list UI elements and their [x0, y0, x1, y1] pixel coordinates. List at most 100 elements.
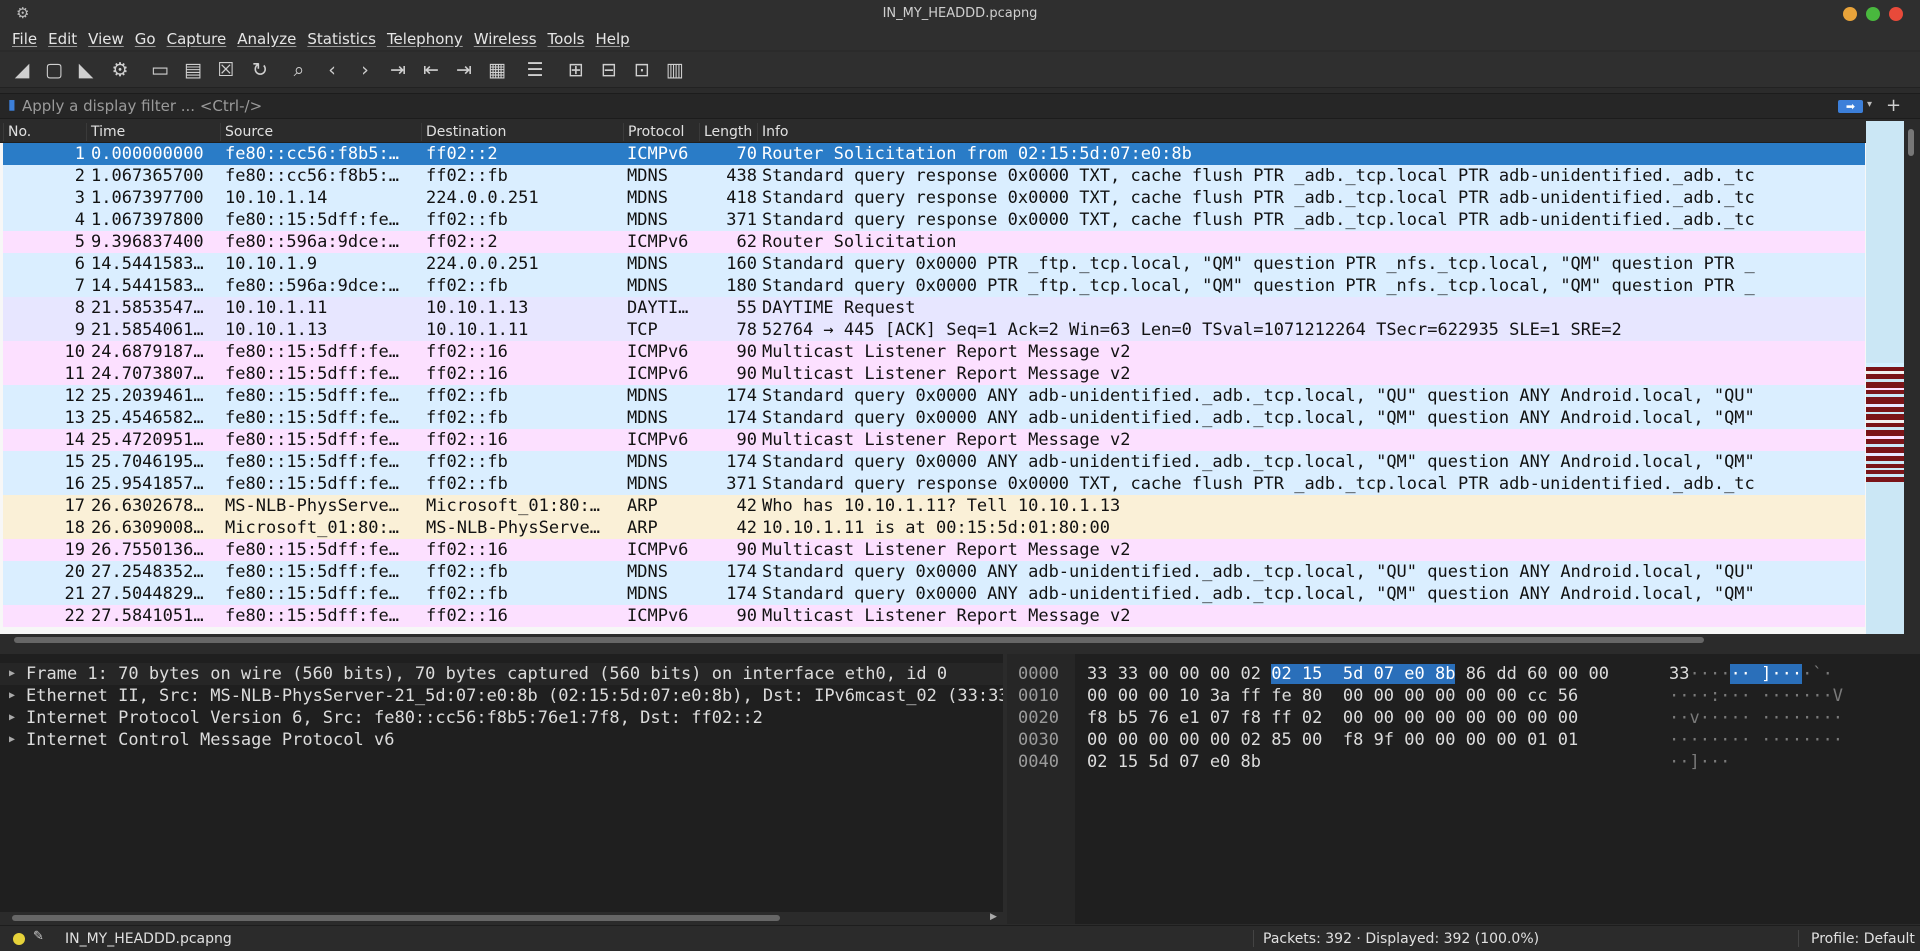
- packet-row[interactable]: 20 27.2548352… fe80::15:5dff:fe… ff02::fb MD…: [3, 561, 1865, 583]
- menu-edit[interactable]: Edit: [48, 28, 77, 50]
- menu-capture[interactable]: Capture: [167, 28, 227, 50]
- packet-row[interactable]: 13 25.4546582… fe80::15:5dff:fe… ff02::fb MD…: [3, 407, 1865, 429]
- column-header-source[interactable]: Source: [220, 123, 273, 141]
- column-header-length[interactable]: Length: [699, 123, 752, 141]
- packet-row[interactable]: 6 14.5441583… 10.10.1.9 224.0.0.251 MDNS 160 S…: [3, 253, 1865, 275]
- restart-capture-icon[interactable]: ◣: [74, 58, 98, 82]
- bookmark-icon[interactable]: ▮: [8, 98, 18, 113]
- save-file-icon[interactable]: ▤: [181, 58, 205, 82]
- packet-row[interactable]: 10 24.6879187… fe80::15:5dff:fe… ff02::16 IC…: [3, 341, 1865, 363]
- packet-row[interactable]: 18 26.6309008… Microsoft_01:80:… MS-NLB-Phy…: [3, 517, 1865, 539]
- packet-row[interactable]: 2 1.067365700 fe80::cc56:f8b5:… ff02::fb MDN…: [3, 165, 1865, 187]
- go-back-icon[interactable]: ‹: [320, 58, 344, 82]
- capture-comment-icon[interactable]: ✎: [33, 929, 44, 944]
- normal-size-icon[interactable]: ⊡: [630, 58, 654, 82]
- chevron-down-icon[interactable]: ▾: [1867, 99, 1872, 110]
- packet-row[interactable]: 3 1.067397700 10.10.1.14 224.0.0.251 MDNS 418…: [3, 187, 1865, 209]
- packet-cell-time: 25.7046195…: [91, 452, 204, 472]
- column-header-protocol[interactable]: Protocol: [623, 123, 684, 141]
- detail-tree-item[interactable]: ▶ Ethernet II, Src: MS-NLB-PhysServer-21_…: [0, 685, 1003, 707]
- menu-telephony[interactable]: Telephony: [387, 28, 463, 50]
- menu-help[interactable]: Help: [595, 28, 629, 50]
- packet-row[interactable]: 9 21.5854061… 10.10.1.13 10.10.1.11 TCP 78 527…: [3, 319, 1865, 341]
- pane-splitter[interactable]: [0, 646, 1920, 654]
- packet-row[interactable]: 21 27.5044829… fe80::15:5dff:fe… ff02::fb MD…: [3, 583, 1865, 605]
- expand-arrow-icon[interactable]: ▶: [9, 685, 15, 707]
- packet-row[interactable]: 5 9.396837400 fe80::596a:9dce:… ff02::2 ICMP…: [3, 231, 1865, 253]
- detail-tree-item[interactable]: ▶ Internet Control Message Protocol v6: [0, 729, 1003, 751]
- menu-wireless[interactable]: Wireless: [474, 28, 537, 50]
- status-profile[interactable]: Profile: Default: [1811, 931, 1915, 947]
- bytes-ascii[interactable]: ········ ········: [1669, 729, 1843, 751]
- capture-options-icon[interactable]: ⚙: [108, 58, 132, 82]
- bytes-hex[interactable]: 33 33 00 00 00 02 02 15 5d 07 e0 8b 86 d…: [1087, 663, 1609, 685]
- zoom-out-icon[interactable]: ⊟: [597, 58, 621, 82]
- resize-columns-icon[interactable]: ▥: [663, 58, 687, 82]
- details-horizontal-scrollbar[interactable]: ▶: [0, 912, 1003, 924]
- packet-row[interactable]: 12 25.2039461… fe80::15:5dff:fe… ff02::fb MD…: [3, 385, 1865, 407]
- packet-row[interactable]: 8 21.5853547… 10.10.1.11 10.10.1.13 DAYTI… 55…: [3, 297, 1865, 319]
- column-header-destination[interactable]: Destination: [421, 123, 506, 141]
- menu-go[interactable]: Go: [135, 28, 156, 50]
- bytes-ascii[interactable]: ····:··· ·······V: [1669, 685, 1843, 707]
- expand-arrow-icon[interactable]: ▶: [9, 707, 15, 729]
- packet-row[interactable]: 4 1.067397800 fe80::15:5dff:fe… ff02::fb MDN…: [3, 209, 1865, 231]
- menu-analyze[interactable]: Analyze: [237, 28, 296, 50]
- packet-row[interactable]: 17 26.6302678… MS-NLB-PhysServe… Microsoft_…: [3, 495, 1865, 517]
- expand-arrow-icon[interactable]: ▶: [9, 729, 15, 751]
- packet-row[interactable]: 7 14.5441583… fe80::596a:9dce:… ff02::fb MDN…: [3, 275, 1865, 297]
- add-filter-button-icon[interactable]: +: [1886, 95, 1901, 116]
- colorize-icon[interactable]: ☰: [523, 58, 547, 82]
- bytes-ascii[interactable]: ··]···: [1669, 751, 1730, 773]
- packet-row[interactable]: 11 24.7073807… fe80::15:5dff:fe… ff02::16 IC…: [3, 363, 1865, 385]
- first-packet-icon[interactable]: ⇤: [419, 58, 443, 82]
- minimize-button[interactable]: [1843, 7, 1857, 21]
- column-header-no[interactable]: No.: [3, 123, 31, 141]
- detail-tree-item[interactable]: ▶ Frame 1: 70 bytes on wire (560 bits), 7…: [0, 663, 1003, 685]
- bytes-hex[interactable]: 00 00 00 10 3a ff fe 80 00 00 00 00 00 0…: [1087, 685, 1578, 707]
- packet-row[interactable]: 15 25.7046195… fe80::15:5dff:fe… ff02::fb MD…: [3, 451, 1865, 473]
- packet-row[interactable]: 19 26.7550136… fe80::15:5dff:fe… ff02::16 IC…: [3, 539, 1865, 561]
- packet-overview-minimap[interactable]: [1866, 121, 1904, 634]
- packet-list: No. Time Source Destination Protocol Length In…: [0, 121, 1920, 634]
- expand-arrow-icon[interactable]: ▶: [9, 663, 15, 685]
- packet-row[interactable]: 22 27.5841051… fe80::15:5dff:fe… ff02::16 IC…: [3, 605, 1865, 627]
- open-file-icon[interactable]: ▭: [148, 58, 172, 82]
- bytes-hex[interactable]: 00 00 00 00 00 02 85 00 f8 9f 00 00 00 0…: [1087, 729, 1578, 751]
- menu-tools[interactable]: Tools: [548, 28, 585, 50]
- packet-cell-dst: ff02::fb: [426, 386, 508, 406]
- column-header-info[interactable]: Info: [757, 123, 789, 141]
- menu-statistics[interactable]: Statistics: [307, 28, 376, 50]
- find-packet-icon[interactable]: ⌕: [287, 58, 311, 82]
- last-packet-icon[interactable]: ⇥: [452, 58, 476, 82]
- bytes-ascii[interactable]: 33······ ]····`·: [1669, 663, 1833, 685]
- packet-cell-dst: 224.0.0.251: [426, 254, 539, 274]
- close-button[interactable]: [1889, 7, 1903, 21]
- reload-file-icon[interactable]: ↻: [248, 58, 272, 82]
- detail-tree-item[interactable]: ▶ Internet Protocol Version 6, Src: fe80:…: [0, 707, 1003, 729]
- menu-file[interactable]: File: [12, 28, 37, 50]
- stop-capture-icon[interactable]: ▢: [42, 58, 66, 82]
- column-header-time[interactable]: Time: [86, 123, 125, 141]
- packet-row[interactable]: 14 25.4720951… fe80::15:5dff:fe… ff02::16 IC…: [3, 429, 1865, 451]
- maximize-button[interactable]: [1866, 7, 1880, 21]
- apply-filter-icon[interactable]: ➡: [1838, 100, 1863, 113]
- bytes-hex[interactable]: 02 15 5d 07 e0 8b: [1087, 751, 1261, 773]
- bytes-ascii[interactable]: ··v····· ········: [1669, 707, 1843, 729]
- go-forward-icon[interactable]: ›: [353, 58, 377, 82]
- packet-cell-dst: ff02::2: [426, 232, 498, 252]
- bytes-hex[interactable]: f8 b5 76 e1 07 f8 ff 02 00 00 00 00 00 0…: [1087, 707, 1578, 729]
- packet-list-horizontal-scrollbar[interactable]: [0, 634, 1866, 646]
- start-capture-icon[interactable]: ◢: [10, 58, 34, 82]
- packet-row[interactable]: 16 25.9541857… fe80::15:5dff:fe… ff02::fb MD…: [3, 473, 1865, 495]
- menu-view[interactable]: View: [88, 28, 124, 50]
- packet-cell-proto: ICMPv6: [627, 540, 689, 560]
- zoom-in-icon[interactable]: ⊞: [564, 58, 588, 82]
- display-filter-input[interactable]: [22, 95, 1822, 117]
- close-file-icon[interactable]: ☒: [214, 58, 238, 82]
- expert-info-indicator-icon[interactable]: [13, 933, 25, 945]
- packet-row[interactable]: 1 0.000000000 fe80::cc56:f8b5:… ff02::2 ICMP…: [3, 143, 1865, 165]
- autoscroll-icon[interactable]: ▦: [485, 58, 509, 82]
- go-to-packet-icon[interactable]: ⇥: [386, 58, 410, 82]
- packet-list-vertical-scrollbar[interactable]: [1904, 121, 1920, 634]
